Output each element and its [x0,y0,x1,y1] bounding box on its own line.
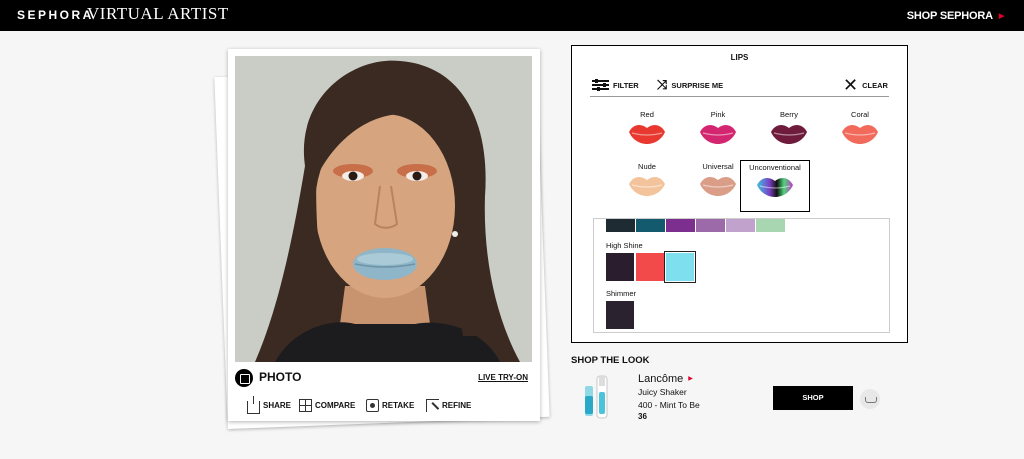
lip-category-nude[interactable]: Nude [612,160,682,212]
brand-subtitle: VIRTUAL ARTIST [87,4,229,23]
shade-swatch[interactable] [606,253,634,281]
shade-swatch[interactable] [636,253,664,281]
lip-category-berry[interactable]: Berry [754,108,824,160]
user-photo [235,56,532,362]
caret-right-icon: ▶ [998,13,1004,20]
shop-sephora-label: SHOP SEPHORA [906,10,993,22]
shade-section-label: Shimmer [606,289,637,298]
lip-swatch-icon [757,177,793,197]
lip-category-red[interactable]: Red [612,108,682,160]
basket-icon[interactable] [860,389,880,409]
retake-label: RETAKE [382,400,415,410]
lip-category-label: Coral [851,110,869,119]
shade-swatch[interactable] [606,301,634,329]
refine-icon [426,398,439,412]
lip-swatch-icon [629,176,665,196]
surprise-me-button[interactable]: ⤨ SURPRISE ME [657,77,724,92]
shade-swatch[interactable] [664,251,696,283]
filter-button[interactable]: FILTER [592,79,639,91]
shade-section-label: High Shine [606,241,643,250]
lip-category-label: Unconventional [749,163,801,172]
panel-title: LIPS [730,53,749,62]
refine-button[interactable]: REFINE [426,397,471,413]
share-label: SHARE [263,400,292,410]
lip-category-label: Berry [780,110,798,119]
lip-category-label: Red [640,110,654,119]
live-tryon-link[interactable]: LIVE TRY-ON [478,373,528,382]
lip-category-pink[interactable]: Pink [683,108,753,160]
clear-label: CLEAR [862,80,888,90]
photo-card: PHOTO LIVE TRY-ON SHARE COMPARE RETAKE R… [228,49,540,421]
compare-label: COMPARE [315,400,356,410]
compare-icon [299,398,312,412]
product-shade: 400 - Mint To Be [638,400,700,410]
shade-swatch[interactable] [696,219,725,232]
product-brand: Lancôme [638,373,684,385]
photo-actions: SHARE COMPARE RETAKE REFINE [228,395,540,415]
lip-category-label: Nude [638,162,656,171]
shade-swatch[interactable] [606,219,635,232]
product-brand-link[interactable]: Lancôme ▶ [638,373,693,385]
filter-label: FILTER [613,80,639,90]
filter-icon [592,79,609,91]
caret-right-icon: ▶ [688,376,693,382]
product-price: 36 [638,412,647,421]
lip-category-label: Pink [710,110,726,119]
brand-logo[interactable]: SEPHORA [17,8,94,22]
surprise-me-label: SURPRISE ME [671,80,724,90]
clear-button[interactable]: ✕ CLEAR [843,75,888,95]
shop-sephora-link[interactable]: SHOP SEPHORA ▶ [907,10,1004,22]
product-image[interactable] [581,372,611,422]
retake-button[interactable]: RETAKE [366,397,414,413]
lip-swatch-icon [700,124,736,144]
compare-button[interactable]: COMPARE [299,397,355,413]
shuffle-icon: ⤨ [657,77,668,92]
shade-swatch[interactable] [756,219,785,232]
share-button[interactable]: SHARE [247,395,292,414]
share-icon [247,395,260,414]
shade-swatches-box: High Shine Shimmer [593,218,890,333]
lips-panel: LIPS FILTER ⤨ SURPRISE ME ✕ CLEAR Red Pin… [571,45,908,343]
photo-mode-bar: PHOTO LIVE TRY-ON [235,367,532,389]
shade-swatch[interactable] [636,219,665,232]
lip-swatch-icon [771,124,807,144]
shade-swatch[interactable] [726,219,755,232]
shop-button[interactable]: SHOP [773,386,853,410]
photo-mode-icon [235,369,253,387]
shade-swatch[interactable] [666,219,695,232]
shop-the-look-title: SHOP THE LOOK [571,355,650,366]
panel-toolbar: FILTER ⤨ SURPRISE ME ✕ CLEAR [590,75,889,97]
lip-swatch-icon [842,124,878,144]
photo-mode-label: PHOTO [259,370,302,384]
close-icon: ✕ [843,75,859,95]
lip-category-unconventional[interactable]: Unconventional [740,160,810,212]
camera-icon [366,398,379,412]
product-name: Juicy Shaker [638,387,687,397]
refine-label: REFINE [442,400,472,410]
lip-category-coral[interactable]: Coral [825,108,895,160]
top-bar: SEPHORA VIRTUAL ARTIST SHOP SEPHORA ▶ [0,0,1024,31]
lip-swatch-icon [629,124,665,144]
lip-swatch-icon [700,176,736,196]
